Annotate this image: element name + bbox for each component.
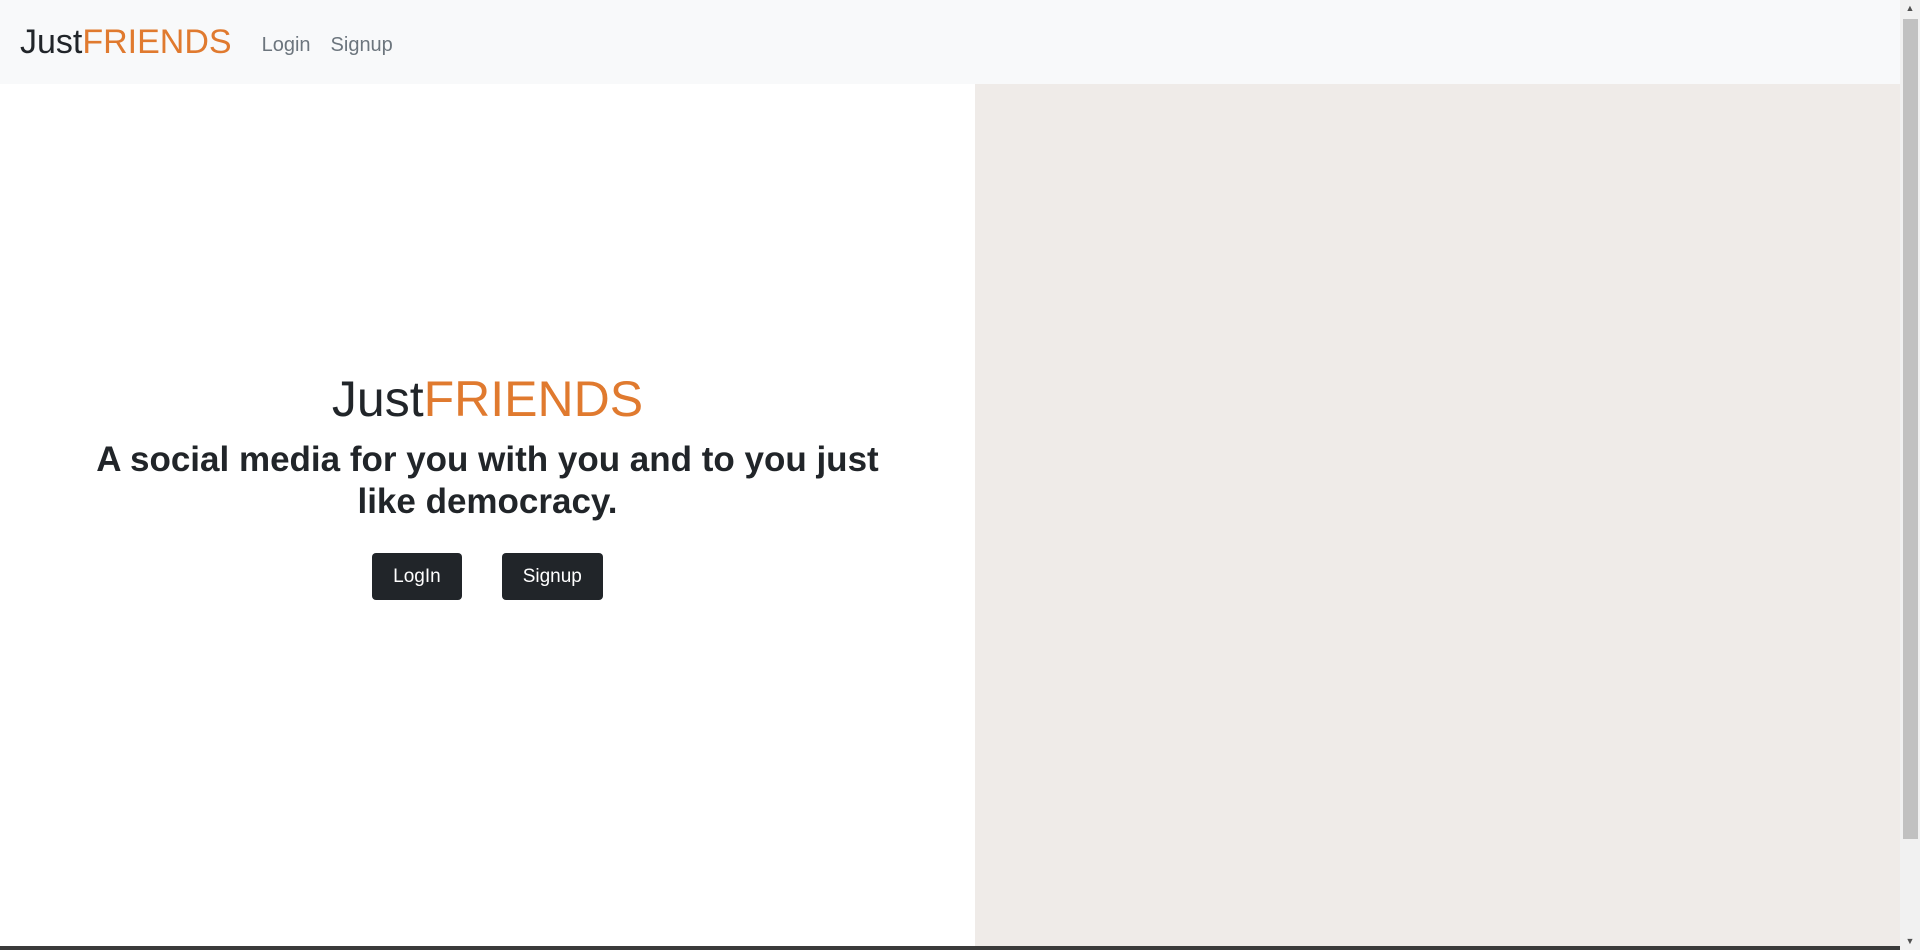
- signup-button[interactable]: Signup: [501, 553, 603, 600]
- scroll-thumb[interactable]: [1903, 19, 1918, 839]
- image-pane: [975, 84, 1900, 946]
- nav-link-login[interactable]: Login: [262, 34, 311, 57]
- vertical-scrollbar[interactable]: ▲ ▼: [1900, 0, 1920, 950]
- chevron-down-icon[interactable]: ▼: [1900, 933, 1920, 950]
- nav-link-signup[interactable]: Signup: [331, 34, 393, 57]
- window-bottom-edge: [0, 946, 1900, 950]
- hero-title-prefix: Just: [331, 371, 424, 427]
- hero-content: JustFRIENDS A social media for you with …: [0, 372, 975, 600]
- brand-logo[interactable]: JustFRIENDS: [20, 25, 232, 59]
- hero-title-suffix: FRIENDS: [423, 371, 644, 427]
- brand-prefix: Just: [20, 23, 83, 61]
- hero-title: JustFRIENDS: [0, 372, 975, 427]
- hero-tagline: A social media for you with you and to y…: [96, 440, 879, 521]
- login-button[interactable]: LogIn: [372, 553, 462, 600]
- top-navbar: JustFRIENDS Login Signup: [0, 0, 1900, 84]
- chevron-up-icon[interactable]: ▲: [1900, 0, 1920, 17]
- brand-suffix: FRIENDS: [82, 23, 232, 61]
- page: JustFRIENDS Login Signup JustFRIENDS A s…: [0, 0, 1920, 950]
- hero-buttons: LogIn Signup: [0, 553, 975, 600]
